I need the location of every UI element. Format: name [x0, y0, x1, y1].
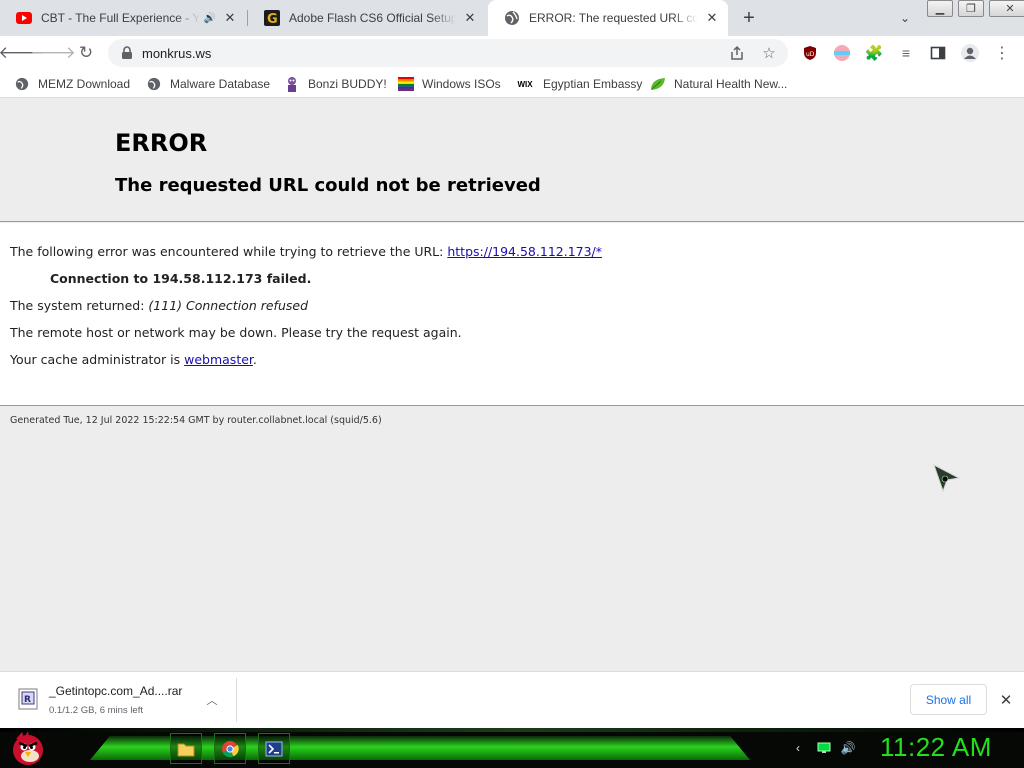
- system-label: The system returned:: [10, 298, 149, 313]
- error-body: The following error was encountered whil…: [0, 223, 1024, 406]
- bookmark-egyptian-embassy[interactable]: WIX Egyptian Embassy: [515, 75, 642, 93]
- remote-host-message: The remote host or network may be down. …: [10, 325, 462, 340]
- angry-bird-start-button[interactable]: [8, 729, 48, 767]
- show-all-button[interactable]: Show all: [910, 684, 987, 715]
- svg-text:uD: uD: [806, 51, 815, 58]
- winrar-file-icon: R: [18, 688, 38, 710]
- side-panel-icon[interactable]: [928, 43, 948, 63]
- bookmark-windows-isos[interactable]: Windows ISOs: [398, 75, 501, 93]
- admin-line: Your cache administrator is webmaster.: [10, 352, 257, 367]
- bookmark-natural-health[interactable]: Natural Health New...: [650, 75, 787, 93]
- page-title: ERROR: [115, 129, 208, 157]
- error-intro: The following error was encountered whil…: [10, 244, 602, 259]
- taskbar-chrome[interactable]: [214, 733, 246, 764]
- minimize-button[interactable]: ▁: [927, 0, 953, 17]
- tab-adobe-flash[interactable]: G Adobe Flash CS6 Official Setup Free Do…: [248, 0, 486, 36]
- system-returned: The system returned: (111) Connection re…: [10, 298, 308, 313]
- avatar-extension-icon[interactable]: [832, 43, 852, 63]
- window-controls: ▁ ❐ ✕: [927, 0, 1024, 17]
- taskbar-clock[interactable]: 11:22 AM: [880, 732, 992, 763]
- system-value: (111) Connection refused: [148, 298, 308, 313]
- close-tab-icon[interactable]: ✕: [462, 10, 478, 26]
- leaf-icon: [650, 76, 666, 92]
- bookmark-star-icon[interactable]: ☆: [760, 44, 778, 62]
- close-tab-icon[interactable]: ✕: [222, 10, 238, 26]
- new-tab-button[interactable]: +: [737, 6, 761, 30]
- ublock-icon[interactable]: uD: [800, 43, 820, 63]
- bookmark-malware-database[interactable]: Malware Database: [146, 75, 270, 93]
- mouse-cursor-icon: [933, 463, 961, 493]
- globe-icon: [14, 76, 30, 92]
- bonzi-icon: [284, 76, 300, 92]
- youtube-icon: [16, 10, 32, 26]
- lock-icon[interactable]: [120, 46, 134, 60]
- share-icon[interactable]: [728, 44, 746, 62]
- taskbar-powershell[interactable]: [258, 733, 290, 764]
- download-status: 0.1/1.2 GB, 6 mins left: [49, 705, 143, 716]
- forward-button[interactable]: 🡒: [30, 40, 76, 66]
- bookmark-label: Bonzi BUDDY!: [308, 77, 387, 91]
- close-icon[interactable]: ✕: [996, 690, 1016, 710]
- page-subtitle: The requested URL could not be retrieved: [115, 175, 541, 196]
- getintopc-icon: G: [264, 10, 280, 26]
- address-bar[interactable]: monkrus.ws ☆: [108, 39, 788, 67]
- bookmark-label: Natural Health New...: [674, 77, 788, 91]
- tab-strip: CBT - The Full Experience - YouTube 🔊 ✕ …: [0, 0, 1024, 36]
- retrieved-url-link[interactable]: https://194.58.112.173/*: [447, 244, 602, 259]
- terminal-icon: [265, 741, 283, 756]
- chevron-up-icon[interactable]: ︿: [204, 692, 220, 708]
- admin-text: Your cache administrator is: [10, 352, 185, 367]
- svg-text:R: R: [24, 695, 31, 705]
- bookmark-label: Windows ISOs: [422, 77, 501, 91]
- download-filename: _Getintopc.com_Ad....rar: [49, 684, 183, 698]
- tab-title: CBT - The Full Experience - YouTube: [41, 11, 200, 25]
- admin-end: .: [252, 352, 257, 367]
- extensions-puzzle-icon[interactable]: 🧩: [864, 43, 884, 63]
- taskbar-top-edge: [0, 728, 1024, 732]
- tray-chevron-icon[interactable]: ‹: [790, 740, 806, 756]
- close-tab-icon[interactable]: ✕: [704, 10, 720, 26]
- divider: [236, 678, 237, 722]
- bookmark-label: Malware Database: [170, 77, 271, 91]
- tab-title: ERROR: The requested URL could not be re…: [529, 11, 698, 25]
- rainbow-flag-icon: [398, 76, 414, 92]
- tab-error-page[interactable]: ERROR: The requested URL could not be re…: [488, 0, 728, 36]
- bookmark-memz[interactable]: MEMZ Download: [14, 75, 130, 93]
- network-icon[interactable]: [816, 740, 832, 756]
- menu-kebab-icon[interactable]: ⋮: [992, 43, 1012, 63]
- close-window-button[interactable]: ✕: [989, 0, 1024, 17]
- bookmark-label: MEMZ Download: [38, 77, 131, 91]
- folder-icon: [177, 743, 195, 756]
- error-header: ERROR The requested URL could not be ret…: [0, 99, 1024, 222]
- intro-text: The following error was encountered whil…: [10, 244, 448, 259]
- volume-icon[interactable]: 🔊: [840, 740, 856, 756]
- browser-toolbar: 🡐 🡒 ↻ monkrus.ws ☆ uD 🧩 ≡ ⋮: [0, 36, 1024, 70]
- generated-footer: Generated Tue, 12 Jul 2022 15:22:54 GMT …: [10, 415, 382, 426]
- bookmarks-bar: MEMZ Download Malware Database Bonzi BUD…: [0, 70, 1024, 98]
- page-content: ERROR The requested URL could not be ret…: [0, 99, 1024, 671]
- taskbar-file-explorer[interactable]: [170, 733, 202, 764]
- profile-avatar-icon[interactable]: [960, 43, 980, 63]
- failure-message: Connection to 194.58.112.173 failed.: [50, 271, 312, 286]
- tab-youtube[interactable]: CBT - The Full Experience - YouTube 🔊 ✕: [0, 0, 246, 36]
- reload-button[interactable]: ↻: [73, 40, 99, 66]
- chevron-down-icon[interactable]: ⌄: [895, 8, 915, 28]
- globe-icon: [504, 10, 520, 26]
- bookmark-bonzi-buddy[interactable]: Bonzi BUDDY!: [284, 75, 387, 93]
- media-queue-icon[interactable]: ≡: [896, 43, 916, 63]
- maximize-button[interactable]: ❐: [958, 0, 984, 17]
- url-text[interactable]: monkrus.ws: [142, 46, 211, 61]
- wix-icon: WIX: [517, 79, 533, 89]
- svg-text:G: G: [267, 12, 278, 26]
- globe-icon: [146, 76, 162, 92]
- webmaster-link[interactable]: webmaster: [184, 352, 253, 367]
- speaker-icon[interactable]: 🔊: [204, 13, 216, 24]
- tab-title: Adobe Flash CS6 Official Setup Free Down…: [289, 11, 456, 25]
- download-shelf: R _Getintopc.com_Ad....rar 0.1/1.2 GB, 6…: [0, 671, 1024, 728]
- chrome-icon: [222, 740, 239, 757]
- taskbar: ‹ 🔊 11:22 AM: [0, 728, 1024, 768]
- bookmark-label: Egyptian Embassy: [543, 77, 643, 91]
